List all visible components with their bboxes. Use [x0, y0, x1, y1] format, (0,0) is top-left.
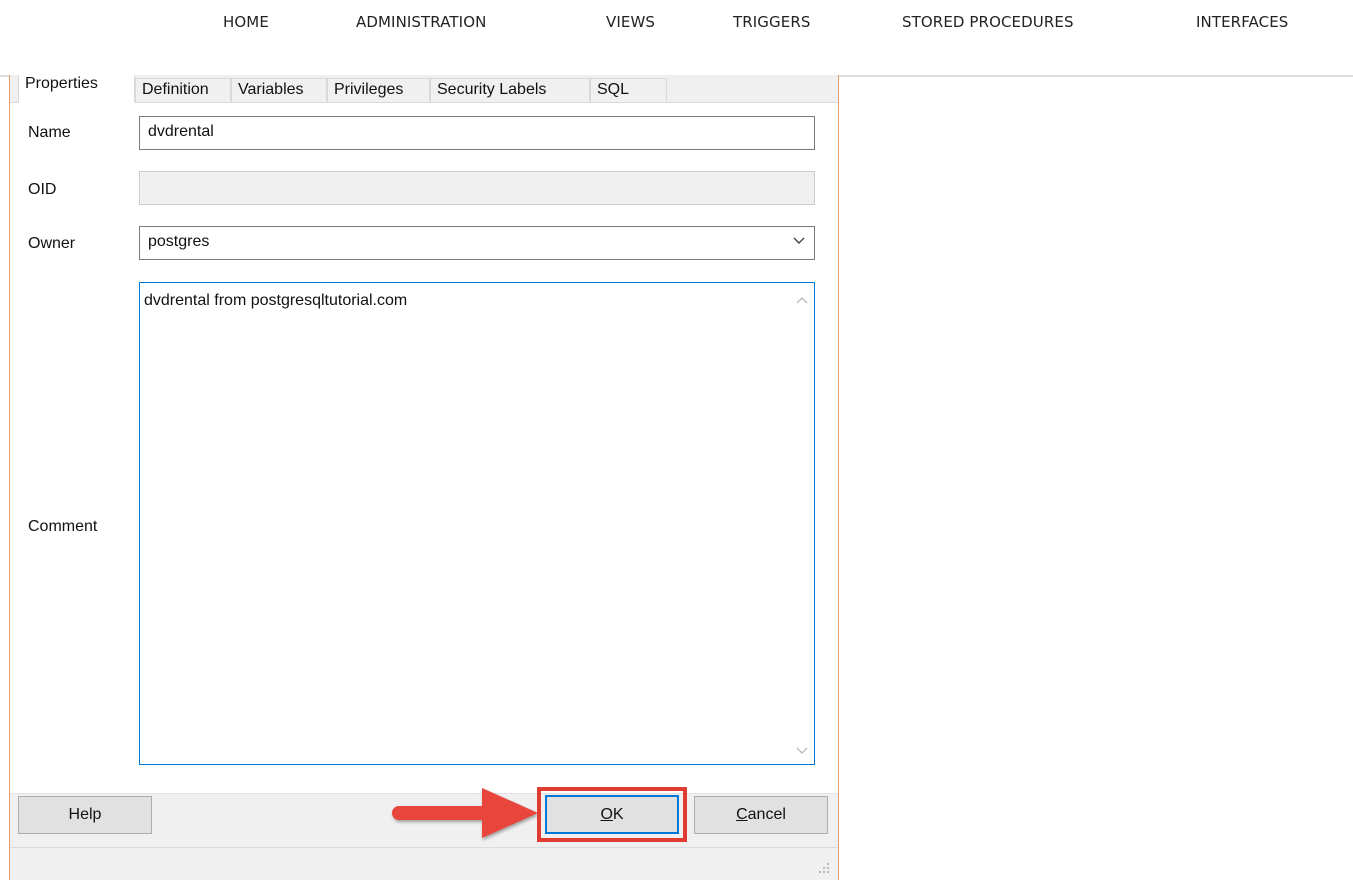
tab-properties[interactable]: Properties	[18, 75, 135, 103]
comment-textarea[interactable]: dvdrental from postgresqltutorial.com	[139, 282, 815, 765]
oid-field	[139, 171, 815, 205]
tab-privileges[interactable]: Privileges	[327, 78, 430, 102]
tab-variables[interactable]: Variables	[231, 78, 327, 102]
red-arrow-icon	[392, 788, 538, 838]
ok-accelerator: O	[600, 806, 613, 823]
nav-interfaces[interactable]: INTERFACES	[1196, 13, 1288, 31]
nav-stored-procedures[interactable]: STORED PROCEDURES	[902, 13, 1074, 31]
properties-panel: Name dvdrental OID Owner postgres Commen…	[10, 103, 838, 793]
nav-administration[interactable]: ADMINISTRATION	[356, 13, 486, 31]
status-divider	[10, 847, 838, 848]
owner-select[interactable]: postgres	[139, 226, 815, 260]
nav-views[interactable]: VIEWS	[606, 13, 655, 31]
database-properties-dialog: Properties Definition Variables Privileg…	[9, 75, 839, 880]
cancel-button-label: Cancel	[736, 806, 786, 823]
scroll-down-icon[interactable]	[796, 746, 808, 756]
ok-button[interactable]: OK	[545, 795, 679, 834]
comment-label: Comment	[28, 518, 98, 535]
dialog-tabs: Properties Definition Variables Privileg…	[10, 75, 838, 103]
nav-triggers[interactable]: TRIGGERS	[733, 13, 810, 31]
name-field[interactable]: dvdrental	[139, 116, 815, 150]
scroll-up-icon[interactable]	[796, 295, 808, 305]
ok-button-label: OK	[600, 806, 624, 823]
tab-security-labels[interactable]: Security Labels	[430, 78, 590, 102]
nav-home[interactable]: HOME	[223, 13, 269, 31]
comment-text: dvdrental from postgresqltutorial.com	[144, 292, 408, 309]
resize-grip-icon[interactable]	[818, 862, 830, 874]
top-navigation: HOME ADMINISTRATION VIEWS TRIGGERS STORE…	[0, 0, 1353, 48]
chevron-down-icon[interactable]	[792, 233, 806, 247]
owner-label: Owner	[28, 235, 76, 252]
help-button[interactable]: Help	[18, 796, 152, 834]
name-label: Name	[28, 124, 71, 141]
tab-sql[interactable]: SQL	[590, 78, 667, 102]
owner-select-value: postgres	[148, 233, 210, 250]
oid-label: OID	[28, 181, 57, 198]
tab-definition[interactable]: Definition	[135, 78, 231, 102]
cancel-button[interactable]: Cancel	[694, 796, 828, 834]
cancel-accelerator: C	[736, 806, 748, 823]
